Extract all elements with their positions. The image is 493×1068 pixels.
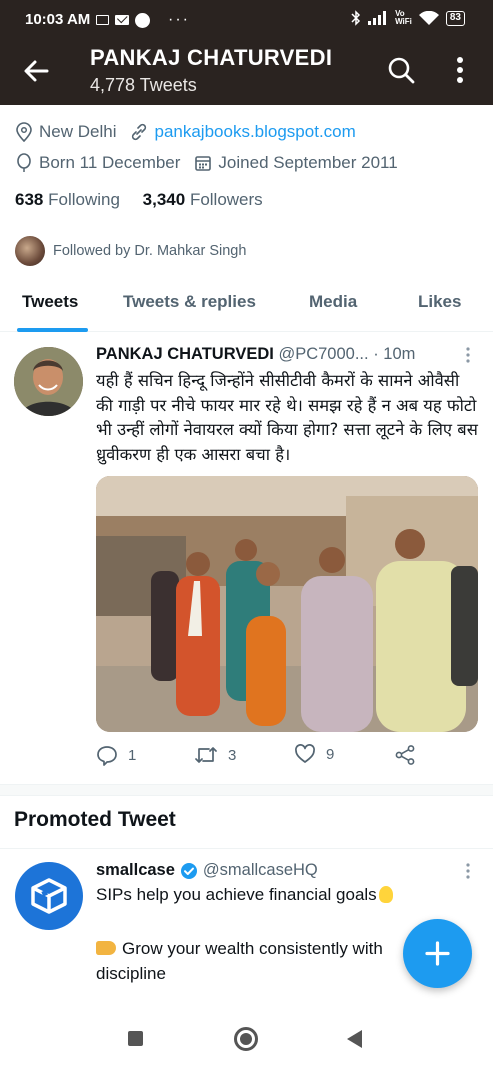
tab-tweets[interactable]: Tweets xyxy=(22,292,78,312)
signal-icon xyxy=(368,11,387,25)
status-time: 10:03 AM xyxy=(25,11,91,28)
following-label: Following xyxy=(48,190,120,209)
status-notification-icons: ··· xyxy=(96,11,190,29)
section-divider xyxy=(0,784,493,796)
profile-location-row: New Delhi pankajbooks.blogspot.com xyxy=(15,122,356,142)
promoted-tweet-heading: Promoted Tweet xyxy=(14,808,176,831)
followers-link[interactable]: 3,340 Followers xyxy=(143,190,263,209)
birthday-text: Born 11 December xyxy=(39,153,181,172)
whatsapp-icon xyxy=(135,12,150,28)
smallcase-avatar[interactable] xyxy=(15,862,83,930)
like-count: 9 xyxy=(326,745,335,763)
tab-media[interactable]: Media xyxy=(309,292,357,312)
promoted-tweet-header: smallcase @smallcaseHQ xyxy=(96,861,318,880)
tweet-text: यही हैं सचिन हिन्दू जिन्होंने सीसीटीवी क… xyxy=(96,371,478,464)
status-more: ··· xyxy=(168,11,190,28)
promoted-text-2: Grow your wealth consistently with disci… xyxy=(96,939,383,983)
overflow-menu-button[interactable] xyxy=(448,55,472,85)
location-text: New Delhi xyxy=(39,122,117,141)
followers-count: 3,340 xyxy=(142,190,186,209)
status-system-icons: Vo WiFi 83 xyxy=(351,10,465,26)
back-button[interactable] xyxy=(20,55,52,87)
tab-likes[interactable]: Likes xyxy=(418,292,461,312)
location-icon xyxy=(16,122,32,142)
tweet-photo-image xyxy=(96,476,478,732)
link-icon xyxy=(132,123,147,141)
tweet-author-avatar[interactable] xyxy=(14,347,83,416)
like-button[interactable]: 9 xyxy=(294,744,334,764)
promoted-author-name[interactable]: smallcase xyxy=(96,861,175,880)
system-back-button[interactable] xyxy=(347,1030,362,1048)
promoted-separator xyxy=(0,848,493,849)
status-bar: 10:03 AM ··· Vo WiFi 83 xyxy=(0,0,493,40)
search-button[interactable] xyxy=(386,55,416,85)
balloon-icon xyxy=(17,153,31,172)
promoted-text-1: SIPs help you achieve financial goals xyxy=(96,885,377,904)
follower-avatar xyxy=(15,236,45,266)
share-icon xyxy=(395,745,415,765)
retweet-button[interactable]: 3 xyxy=(194,744,236,766)
compose-tweet-button[interactable] xyxy=(403,919,472,988)
promoted-text-line-2: Grow your wealth consistently with disci… xyxy=(96,936,406,986)
tab-tweets-replies[interactable]: Tweets & replies xyxy=(123,292,256,312)
tweet-author-name[interactable]: PANKAJ CHATURVEDI xyxy=(96,345,274,363)
following-link[interactable]: 638 Following xyxy=(15,190,120,209)
vowifi-label: Vo WiFi xyxy=(395,9,412,26)
tweet-photo[interactable] xyxy=(96,476,478,732)
followers-label: Followers xyxy=(189,190,263,209)
tweet-count: 4,778 Tweets xyxy=(90,75,197,95)
joined-text: Joined September 2011 xyxy=(218,153,398,172)
reply-icon xyxy=(97,746,117,766)
light-bulb-emoji-icon xyxy=(378,886,393,903)
recents-button[interactable] xyxy=(128,1031,143,1046)
compose-plus-icon xyxy=(425,941,450,966)
mail-icon xyxy=(115,15,129,25)
promoted-more-button[interactable] xyxy=(464,862,472,880)
follow-stats: 638 Following 3,340 Followers xyxy=(15,190,263,210)
bluetooth-icon xyxy=(351,10,361,26)
system-navigation-bar xyxy=(0,1010,493,1068)
tweet-author-handle: @PC7000... xyxy=(278,345,369,363)
more-vertical-icon xyxy=(466,863,470,879)
profile-title: PANKAJ CHATURVEDI xyxy=(90,45,333,70)
retweet-icon xyxy=(195,747,217,763)
profile-dates-row: Born 11 December Joined September 2011 xyxy=(15,153,398,173)
battery-indicator: 83 xyxy=(445,10,465,26)
calendar-icon xyxy=(195,156,212,171)
search-icon xyxy=(388,57,415,84)
like-icon xyxy=(295,744,315,763)
tweet-time: · 10m xyxy=(373,345,416,363)
more-vertical-icon xyxy=(466,347,470,363)
pointing-hand-emoji-icon xyxy=(96,941,116,955)
smallcase-logo-icon xyxy=(31,878,67,914)
avatar-portrait xyxy=(14,347,83,416)
screen-icon xyxy=(96,15,109,25)
tweet-actions: 1 3 9 xyxy=(96,744,426,772)
home-button[interactable] xyxy=(234,1027,258,1051)
followed-by-text: Followed by Dr. Mahkar Singh xyxy=(53,243,247,259)
reply-button[interactable]: 1 xyxy=(96,744,136,766)
share-button[interactable] xyxy=(394,744,426,766)
tweet-more-button[interactable] xyxy=(464,346,472,364)
followed-by-row[interactable]: Followed by Dr. Mahkar Singh xyxy=(15,236,246,266)
active-tab-indicator xyxy=(17,328,88,332)
more-vertical-icon xyxy=(457,57,463,83)
retweet-count: 3 xyxy=(228,746,237,764)
wifi-icon xyxy=(418,10,439,25)
following-count: 638 xyxy=(15,190,44,209)
promoted-author-handle: @smallcaseHQ xyxy=(202,861,318,879)
verified-icon xyxy=(180,862,197,879)
top-app-bar: 10:03 AM ··· Vo WiFi 83 PANKAJ CHATURVED… xyxy=(0,0,493,105)
tweet-header: PANKAJ CHATURVEDI @PC7000... · 10m xyxy=(96,345,486,364)
website-link[interactable]: pankajbooks.blogspot.com xyxy=(154,122,355,142)
reply-count: 1 xyxy=(128,746,137,764)
promoted-text-line-1: SIPs help you achieve financial goals xyxy=(96,885,393,905)
profile-tabs: Tweets Tweets & replies Media Likes xyxy=(0,280,493,332)
back-arrow-icon xyxy=(24,60,49,82)
